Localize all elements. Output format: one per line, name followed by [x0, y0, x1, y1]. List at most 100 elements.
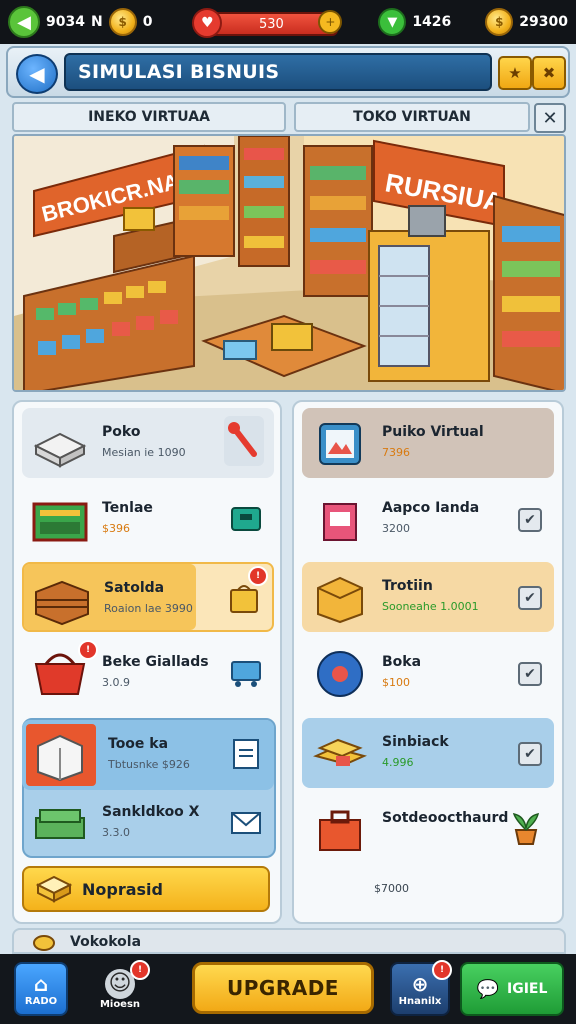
cart-icon[interactable]: [228, 654, 264, 690]
nav-harvest-label: Hnanilx: [398, 995, 442, 1007]
item-name: Sankldkoo X: [102, 804, 200, 820]
store-illustration: BROKICR.NAIIS RURSIUA: [14, 136, 564, 390]
paper-stack-icon: [33, 432, 87, 468]
arrow-left-icon[interactable]: ◀: [8, 6, 40, 38]
item-sub: 4.996: [382, 756, 414, 769]
list-item-selected[interactable]: Puiko Virtual 7396: [302, 408, 554, 478]
bag-shop-icon: [323, 503, 357, 541]
box-icon[interactable]: [228, 500, 264, 536]
check-icon: ✔: [524, 590, 536, 606]
notification-badge: !: [78, 640, 98, 660]
item-checkbox[interactable]: ✔: [518, 742, 542, 766]
list-item[interactable]: Tenlae $396: [22, 484, 274, 554]
button-label: Noprasid: [82, 879, 163, 899]
item-name: Sinbiack: [382, 734, 449, 750]
health-meter: ♥ 530 +: [192, 8, 343, 38]
home-icon: ⌂: [33, 971, 49, 996]
item-name: Tooe ka: [108, 736, 169, 752]
item-name: Poko: [102, 424, 141, 440]
list-item[interactable]: Sotdeoocthaurd: [302, 794, 554, 864]
right-footer-value: $7000: [374, 882, 409, 895]
peek-label: Vokokola: [70, 934, 142, 950]
item-checkbox[interactable]: ✔: [518, 662, 542, 686]
counter: [368, 205, 490, 382]
middle-shelves: [173, 136, 290, 267]
gold-bars-icon: [313, 738, 367, 766]
chat-bubble-icon: 💬: [476, 978, 499, 1000]
crate-icon: [35, 580, 89, 626]
noprasid-button[interactable]: Noprasid: [22, 866, 270, 912]
item-sub: 3.3.0: [102, 826, 130, 839]
document-icon[interactable]: [228, 736, 264, 772]
item-name: Puiko Virtual: [382, 424, 484, 440]
list-item[interactable]: Boka $100 ✔: [302, 638, 554, 708]
next-section[interactable]: Vokokola: [12, 928, 566, 954]
list-item-selected[interactable]: Sinbiack 4.996 ✔: [302, 718, 554, 788]
tray-icon: [36, 875, 72, 903]
tab-ineko-virtuaa[interactable]: INEKO VIRTUAA: [12, 102, 286, 132]
green-value: 1426: [412, 14, 452, 30]
upgrade-button[interactable]: UPGRADE: [192, 962, 374, 1014]
item-checkbox[interactable]: ✔: [518, 508, 542, 532]
gold-coin-icon: $: [485, 8, 514, 36]
item-sub: Tbtusnke $926: [108, 758, 190, 771]
item-name: Aapco Ianda: [382, 500, 480, 516]
coin-icon: $: [108, 8, 137, 36]
cash-register-icon: [32, 502, 88, 542]
store-scene[interactable]: BROKICR.NAIIS RURSIUA: [12, 134, 566, 392]
tab-toko-virtuan[interactable]: TOKO VIRTUAN: [294, 102, 530, 132]
list-item[interactable]: Sankldkoo X 3.3.0: [22, 788, 274, 858]
chat-label: IGIEL: [507, 981, 548, 997]
nav-mission[interactable]: ☺ Mioesn !: [92, 960, 150, 1016]
tools-button[interactable]: ✖: [532, 56, 566, 90]
bottom-nav: ⌂ RADO ☺ Mioesn ! UPGRADE ⊕ Hnanilx ! 💬 …: [0, 954, 576, 1024]
notification-badge: !: [432, 960, 452, 980]
plant-icon[interactable]: [508, 810, 544, 846]
coin-left-value: 0: [142, 14, 153, 30]
tools-icon: ✖: [542, 64, 556, 82]
list-item[interactable]: ! Beke Giallads 3.0.9: [22, 638, 274, 708]
back-arrow-icon: ◀: [29, 62, 45, 86]
mail-icon[interactable]: [228, 804, 264, 840]
nav-harvest[interactable]: ⊕ Hnanilx !: [390, 960, 452, 1016]
cash-stack-icon: [35, 809, 85, 839]
nav-home[interactable]: ⌂ RADO: [14, 962, 68, 1016]
right-panel: Puiko Virtual 7396 Aapco Ianda 3200 ✔ Tr…: [292, 400, 564, 924]
status-bar: ◀ 9034 N $ 0 ♥ 530 + ▼ 1426 $ 29300: [0, 0, 576, 44]
close-button[interactable]: ✕: [534, 103, 566, 133]
item-checkbox[interactable]: ✔: [518, 586, 542, 610]
item-sub: 3200: [382, 522, 410, 535]
item-sub: 7396: [382, 446, 410, 459]
item-sub: Roaion lae 3990: [104, 602, 193, 615]
list-item[interactable]: Aapco Ianda 3200 ✔: [302, 484, 554, 554]
item-sub: $396: [102, 522, 130, 535]
status-left: ◀ 9034 N $ 0: [8, 6, 152, 38]
list-item-selected[interactable]: Tooe ka Tbtusnke $926: [22, 720, 274, 790]
item-name: Boka: [382, 654, 422, 670]
wrench-icon[interactable]: [224, 416, 264, 466]
cardboard-box-icon: [317, 576, 363, 624]
list-item-selected[interactable]: Satolda Roaion lae 3990 !: [22, 562, 274, 632]
package-icon: [37, 734, 83, 782]
list-item-selected[interactable]: Trotiin Sooneahe 1.0001 ✔: [302, 562, 554, 632]
status-right: ▼ 1426 $ 29300: [378, 8, 568, 36]
status-left-label: N: [90, 14, 103, 30]
tablet-icon: [319, 423, 361, 465]
star-button[interactable]: ★: [498, 56, 532, 90]
page-title: SIMULASI BISNUIS: [64, 53, 492, 91]
coin-right-value: 29300: [519, 14, 568, 30]
add-health-icon[interactable]: +: [318, 10, 343, 34]
status-left-value: 9034: [46, 14, 85, 30]
chat-button[interactable]: 💬 IGIEL: [460, 962, 564, 1016]
item-sub: 3.0.9: [102, 676, 130, 689]
star-icon: ★: [508, 64, 522, 82]
coin-stack-icon: [33, 935, 55, 951]
back-button[interactable]: ◀: [16, 54, 58, 94]
crosshair-icon: ⊕: [411, 971, 429, 996]
close-icon: ✕: [542, 107, 558, 129]
notification-badge: !: [248, 566, 268, 586]
item-sub: Mesian ie 1090: [102, 446, 186, 459]
down-arrow-icon[interactable]: ▼: [378, 8, 407, 36]
check-icon: ✔: [524, 746, 536, 762]
list-item[interactable]: Poko Mesian ie 1090: [22, 408, 274, 478]
